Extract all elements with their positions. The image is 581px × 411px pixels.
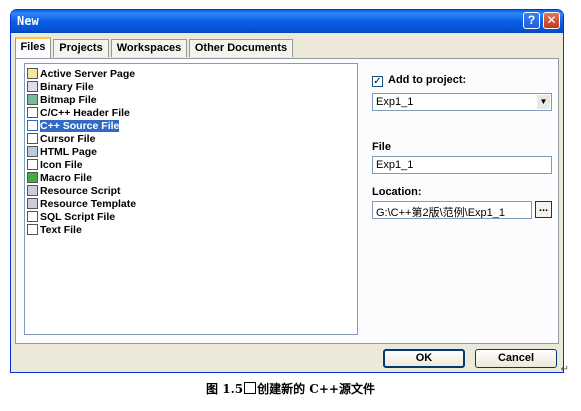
binary-file-icon xyxy=(27,81,38,92)
caption-text: 创建新的 C++源文件 xyxy=(257,382,375,396)
ok-button[interactable]: OK xyxy=(383,349,465,368)
list-item[interactable]: HTML Page xyxy=(27,146,97,158)
tab-other-documents[interactable]: Other Documents xyxy=(189,39,293,57)
asp-page-icon xyxy=(27,68,38,79)
file-label: File xyxy=(372,141,391,153)
macro-file-icon xyxy=(27,172,38,183)
cursor-file-icon xyxy=(27,133,38,144)
cancel-button[interactable]: Cancel xyxy=(475,349,557,368)
list-item[interactable]: Cursor File xyxy=(27,133,95,145)
list-item[interactable]: Macro File xyxy=(27,172,92,184)
tab-files[interactable]: Files xyxy=(15,37,51,58)
file-name-field[interactable]: Exp1_1 xyxy=(372,156,552,174)
tab-projects[interactable]: Projects xyxy=(53,39,109,57)
list-item[interactable]: C++ Source File xyxy=(27,120,120,132)
text-file-icon xyxy=(27,224,38,235)
icon-file-icon xyxy=(27,159,38,170)
resource-template-icon xyxy=(27,198,38,209)
figure-caption: 图 1.5 创建新的 C++源文件 xyxy=(0,380,581,397)
caption-prefix: 图 1.5 xyxy=(206,382,244,396)
list-item[interactable]: Icon File xyxy=(27,159,83,171)
list-item[interactable]: Binary File xyxy=(27,81,94,93)
new-dialog: New ? ✕ Files Projects Workspaces Other … xyxy=(10,9,564,373)
header-file-icon xyxy=(27,107,38,118)
title-bar[interactable]: New ? ✕ xyxy=(11,10,563,33)
tab-workspaces[interactable]: Workspaces xyxy=(111,39,187,57)
file-type-list[interactable]: Active Server Page Binary File Bitmap Fi… xyxy=(24,63,358,335)
list-item[interactable]: Active Server Page xyxy=(27,68,135,80)
html-page-icon xyxy=(27,146,38,157)
sql-script-file-icon xyxy=(27,211,38,222)
list-item[interactable]: Resource Script xyxy=(27,185,121,197)
list-item[interactable]: C/C++ Header File xyxy=(27,107,130,119)
project-select-value: Exp1_1 xyxy=(376,96,414,108)
add-to-project-checkbox[interactable]: ✓ xyxy=(372,76,383,87)
browse-button[interactable]: ... xyxy=(535,201,552,218)
chevron-down-icon[interactable]: ▼ xyxy=(537,95,550,109)
paragraph-mark-icon: ↵ xyxy=(560,364,569,375)
close-button[interactable]: ✕ xyxy=(543,12,560,29)
location-label: Location: xyxy=(372,186,422,198)
bitmap-file-icon xyxy=(27,94,38,105)
list-item[interactable]: Resource Template xyxy=(27,198,136,210)
list-item[interactable]: Text File xyxy=(27,224,82,236)
files-tab-panel: Active Server Page Binary File Bitmap Fi… xyxy=(15,58,559,344)
window-title: New xyxy=(17,14,39,28)
help-button[interactable]: ? xyxy=(523,12,540,29)
list-item[interactable]: SQL Script File xyxy=(27,211,115,223)
cpp-source-file-icon xyxy=(27,120,38,131)
resource-script-icon xyxy=(27,185,38,196)
location-field[interactable]: G:\C++第2版\范例\Exp1_1 xyxy=(372,201,532,219)
placeholder-box-icon xyxy=(244,382,257,394)
project-select[interactable]: Exp1_1 ▼ xyxy=(372,93,552,111)
list-item[interactable]: Bitmap File xyxy=(27,94,97,106)
add-to-project-label: Add to project: xyxy=(388,74,467,86)
